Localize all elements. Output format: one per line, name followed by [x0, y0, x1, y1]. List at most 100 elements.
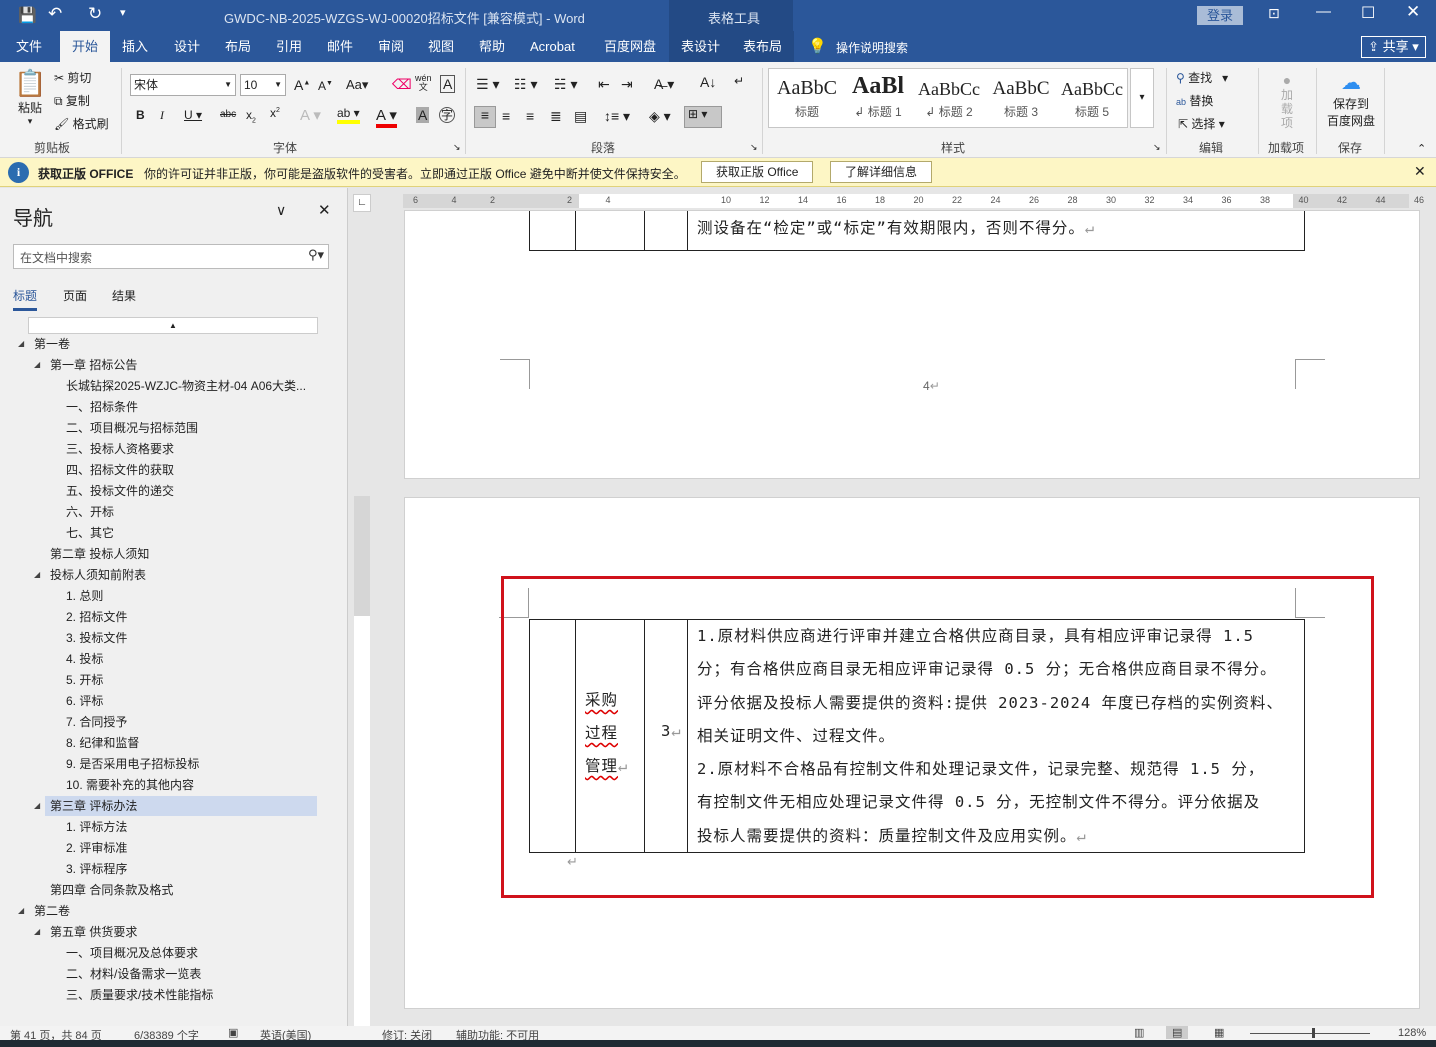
- highlight-icon[interactable]: ab ▾: [337, 106, 360, 124]
- italic-icon[interactable]: I: [160, 108, 164, 123]
- nav-heading-item[interactable]: 七、其它: [66, 523, 114, 543]
- ribbon-display-icon[interactable]: ⊡: [1268, 5, 1280, 22]
- nav-heading-item[interactable]: 第二卷: [34, 901, 70, 921]
- nav-heading-item[interactable]: 长城钻探2025-WZJC-物资主材-04 A06大类...: [66, 376, 306, 396]
- tab-view[interactable]: 视图: [420, 31, 462, 62]
- cut-button[interactable]: ✂ 剪切: [54, 69, 91, 86]
- style-heading-1[interactable]: AaBl ↲ 标题 1: [845, 73, 911, 120]
- nav-heading-item[interactable]: 6. 评标: [66, 691, 103, 711]
- zoom-level[interactable]: 128%: [1398, 1027, 1426, 1039]
- nav-heading-item[interactable]: 3. 评标程序: [66, 859, 127, 879]
- shrink-font-icon[interactable]: A▼: [318, 79, 333, 93]
- change-case-icon[interactable]: Aa▾: [346, 77, 368, 93]
- enclose-char-icon[interactable]: 字: [439, 107, 455, 123]
- find-button[interactable]: ⚲ 查找 ▾: [1176, 69, 1228, 86]
- collapse-ribbon-icon[interactable]: ⌃: [1417, 142, 1426, 155]
- vertical-ruler[interactable]: [354, 496, 370, 1026]
- tab-mailings[interactable]: 邮件: [319, 31, 361, 62]
- nav-heading-item[interactable]: 三、投标人资格要求: [66, 439, 174, 459]
- addins-button[interactable]: ● 加载项: [1272, 72, 1302, 130]
- tab-file[interactable]: 文件: [8, 31, 50, 62]
- style-heading-2[interactable]: AaBbCc ↲ 标题 2: [917, 79, 981, 120]
- font-name-select[interactable]: 宋体 ▼: [130, 74, 236, 96]
- nav-heading-item[interactable]: 8. 纪律和监督: [66, 733, 139, 753]
- align-right-icon[interactable]: ≡: [526, 108, 534, 124]
- tab-baidu[interactable]: 百度网盘: [596, 31, 664, 62]
- shading-icon[interactable]: ◈ ▾: [649, 108, 671, 125]
- tab-insert[interactable]: 插入: [114, 31, 156, 62]
- tab-design[interactable]: 设计: [166, 31, 208, 62]
- login-button[interactable]: 登录: [1197, 6, 1243, 25]
- char-shading-icon[interactable]: A: [416, 107, 430, 123]
- proofing-icon[interactable]: ▣: [228, 1026, 238, 1039]
- chinese-layout-icon[interactable]: A̶ ▾: [654, 76, 674, 93]
- nav-heading-item[interactable]: 10. 需要补充的其他内容: [66, 775, 194, 795]
- styles-dialog-launcher[interactable]: ↘: [1153, 142, 1161, 153]
- zoom-slider[interactable]: [1250, 1028, 1370, 1038]
- tab-review[interactable]: 审阅: [370, 31, 412, 62]
- paste-button[interactable]: 📋 粘贴 ▾: [14, 68, 46, 127]
- nav-options-icon[interactable]: ∨: [276, 202, 286, 219]
- underline-icon[interactable]: U ▾: [184, 108, 202, 122]
- save-icon[interactable]: 💾: [18, 6, 37, 24]
- line-spacing-icon[interactable]: ↕≡ ▾: [604, 108, 630, 125]
- print-layout-icon[interactable]: ▤: [1166, 1026, 1189, 1039]
- tab-help[interactable]: 帮助: [471, 31, 513, 62]
- minimize-button[interactable]: —: [1316, 3, 1331, 20]
- redo-icon[interactable]: ↻: [88, 4, 102, 24]
- expand-triangle-icon[interactable]: ◢: [18, 901, 24, 921]
- text-effects-icon[interactable]: A ▾: [300, 106, 321, 124]
- paragraph-dialog-launcher[interactable]: ↘: [750, 142, 758, 153]
- tab-selector[interactable]: ∟: [353, 194, 371, 212]
- get-genuine-button[interactable]: 获取正版 Office: [701, 161, 814, 183]
- bullets-icon[interactable]: ☰ ▾: [476, 76, 499, 93]
- nav-heading-item[interactable]: 3. 投标文件: [66, 628, 127, 648]
- increase-indent-icon[interactable]: ⇥: [621, 76, 633, 93]
- nav-heading-item[interactable]: 7. 合同授予: [66, 712, 127, 732]
- expand-triangle-icon[interactable]: ◢: [18, 334, 24, 354]
- style-heading-3[interactable]: AaBbC 标题 3: [987, 78, 1055, 120]
- nav-close-icon[interactable]: ✕: [318, 201, 331, 219]
- style-heading-5[interactable]: AaBbCc 标题 5: [1059, 79, 1125, 120]
- multilevel-list-icon[interactable]: ☵ ▾: [554, 76, 577, 93]
- borders-icon[interactable]: ⊞ ▾: [684, 106, 722, 128]
- font-size-select[interactable]: 10 ▼: [240, 74, 286, 96]
- format-painter-button[interactable]: 🖌 格式刷: [54, 115, 109, 132]
- nav-heading-item[interactable]: 一、项目概况及总体要求: [66, 943, 198, 963]
- sort-icon[interactable]: A↓: [700, 74, 716, 90]
- nav-heading-item[interactable]: 2. 招标文件: [66, 607, 127, 627]
- nav-heading-item[interactable]: 1. 总则: [66, 586, 103, 606]
- nav-heading-item[interactable]: 投标人须知前附表: [50, 565, 146, 585]
- nav-heading-item[interactable]: 4. 投标: [66, 649, 103, 669]
- expand-triangle-icon[interactable]: ◢: [34, 565, 40, 585]
- font-color-icon[interactable]: A ▾: [376, 106, 397, 128]
- close-button[interactable]: ✕: [1406, 2, 1420, 22]
- replace-button[interactable]: ab 替换: [1176, 92, 1213, 109]
- share-button[interactable]: ⇪ 共享 ▾: [1361, 36, 1426, 58]
- subscript-icon[interactable]: x2: [246, 108, 256, 124]
- nav-heading-item[interactable]: 二、材料/设备需求一览表: [66, 964, 201, 984]
- show-marks-icon[interactable]: ↵: [734, 74, 744, 88]
- nav-heading-item[interactable]: 第三章 评标办法: [50, 796, 137, 816]
- nav-heading-item[interactable]: 二、项目概况与招标范围: [66, 418, 198, 438]
- search-icon[interactable]: ⚲▾: [308, 247, 324, 263]
- tab-references[interactable]: 引用: [268, 31, 310, 62]
- char-border-icon[interactable]: A: [440, 75, 456, 93]
- nav-scroll-up[interactable]: ▲: [28, 317, 318, 334]
- tab-table-design[interactable]: 表设计: [669, 31, 733, 62]
- nav-heading-item[interactable]: 第五章 供货要求: [50, 922, 137, 942]
- bold-icon[interactable]: B: [136, 108, 145, 122]
- tell-me-search[interactable]: 操作说明搜索: [836, 39, 908, 56]
- nav-heading-item[interactable]: 第二章 投标人须知: [50, 544, 149, 564]
- nav-heading-item[interactable]: 五、投标文件的递交: [66, 481, 174, 501]
- undo-icon[interactable]: ↶: [48, 4, 62, 24]
- learn-more-button[interactable]: 了解详细信息: [830, 161, 933, 183]
- nav-heading-item[interactable]: 9. 是否采用电子招标投标: [66, 754, 199, 774]
- decrease-indent-icon[interactable]: ⇤: [598, 76, 610, 93]
- expand-triangle-icon[interactable]: ◢: [34, 796, 40, 816]
- nav-heading-item[interactable]: 第一卷: [34, 334, 70, 354]
- copy-button[interactable]: ⧉ 复制: [54, 92, 90, 109]
- nav-tab-results[interactable]: 结果: [112, 287, 136, 304]
- numbering-icon[interactable]: ☷ ▾: [514, 76, 537, 93]
- nav-heading-item[interactable]: 六、开标: [66, 502, 114, 522]
